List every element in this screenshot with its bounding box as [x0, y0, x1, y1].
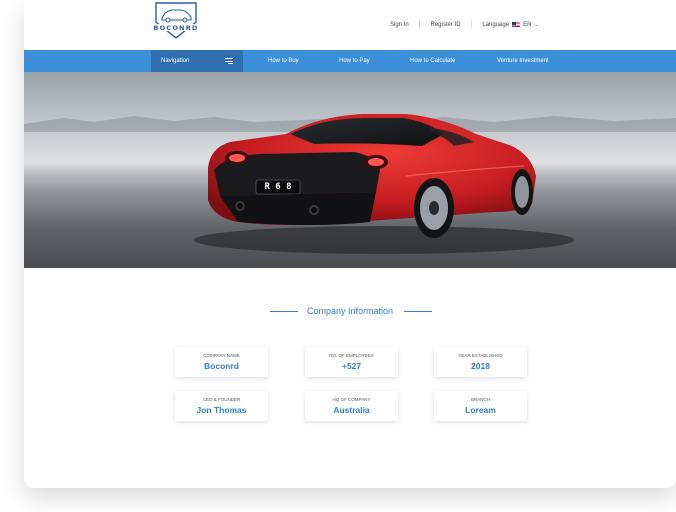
- license-plate: R 6 8: [264, 182, 292, 192]
- hero-banner: R 6 8: [24, 72, 676, 268]
- info-label: HQ OF COMPANY: [332, 397, 371, 402]
- website-preview-card: BOCONRD Sign In | Register ID | Language…: [24, 0, 676, 488]
- info-card-year-established: YEAR ESTABLISHED 2018: [434, 347, 527, 377]
- info-value: Loream: [465, 405, 496, 415]
- info-card-company-name: COMPANY NAME Boconrd: [175, 347, 268, 377]
- site-logo[interactable]: [151, 2, 201, 40]
- main-nav-bar: Navigation How to Buy How to Pay How to …: [24, 50, 676, 72]
- register-link[interactable]: Register ID: [431, 22, 461, 28]
- info-card-ceo-founder: CEO & FOUNDER Jon Thomas: [175, 391, 268, 421]
- info-label: YEAR ESTABLISHED: [458, 353, 503, 358]
- title-decoration-line-right: [404, 311, 432, 312]
- language-selector[interactable]: Language EN ⌄: [482, 22, 538, 28]
- site-header: BOCONRD Sign In | Register ID | Language…: [24, 0, 676, 50]
- info-value: 2018: [471, 361, 490, 371]
- info-value: Boconrd: [204, 361, 239, 371]
- nav-item-how-to-calculate[interactable]: How to Calculate: [410, 50, 455, 72]
- info-label: BRANCH: [470, 397, 490, 402]
- red-sports-car-image: [24, 114, 676, 254]
- nav-item-venture-investment[interactable]: Venture Investment: [497, 50, 549, 72]
- header-links: Sign In | Register ID | Language EN ⌄: [390, 21, 539, 28]
- navigation-toggle[interactable]: Navigation: [151, 50, 243, 72]
- us-flag-icon: [512, 22, 521, 27]
- sign-in-link[interactable]: Sign In: [390, 22, 409, 28]
- info-value: Jon Thomas: [196, 405, 247, 415]
- info-card-hq: HQ OF COMPANY Australia: [305, 391, 398, 421]
- info-card-employees: NO. OF EMPLOYEES +527: [305, 347, 398, 377]
- nav-item-how-to-pay[interactable]: How to Pay: [339, 50, 370, 72]
- language-code: EN: [523, 21, 532, 28]
- chevron-down-icon: ⌄: [534, 21, 539, 28]
- hamburger-menu-icon: [225, 58, 233, 64]
- navigation-label: Navigation: [161, 58, 190, 64]
- info-label: COMPANY NAME: [203, 353, 240, 358]
- nav-item-how-to-buy[interactable]: How to Buy: [268, 50, 299, 72]
- info-label: NO. OF EMPLOYEES: [329, 353, 374, 358]
- car-badge-icon: [155, 2, 197, 39]
- logo-wordmark: BOCONRD: [153, 24, 199, 32]
- company-info-title: Company Information: [306, 306, 394, 316]
- info-card-branch: BRANCH Loream: [434, 391, 527, 421]
- info-value: +527: [341, 361, 362, 371]
- language-label: Language: [482, 21, 510, 28]
- link-divider: |: [470, 21, 473, 28]
- info-label: CEO & FOUNDER: [202, 397, 241, 402]
- link-divider: |: [418, 21, 421, 28]
- info-value: Australia: [333, 405, 370, 415]
